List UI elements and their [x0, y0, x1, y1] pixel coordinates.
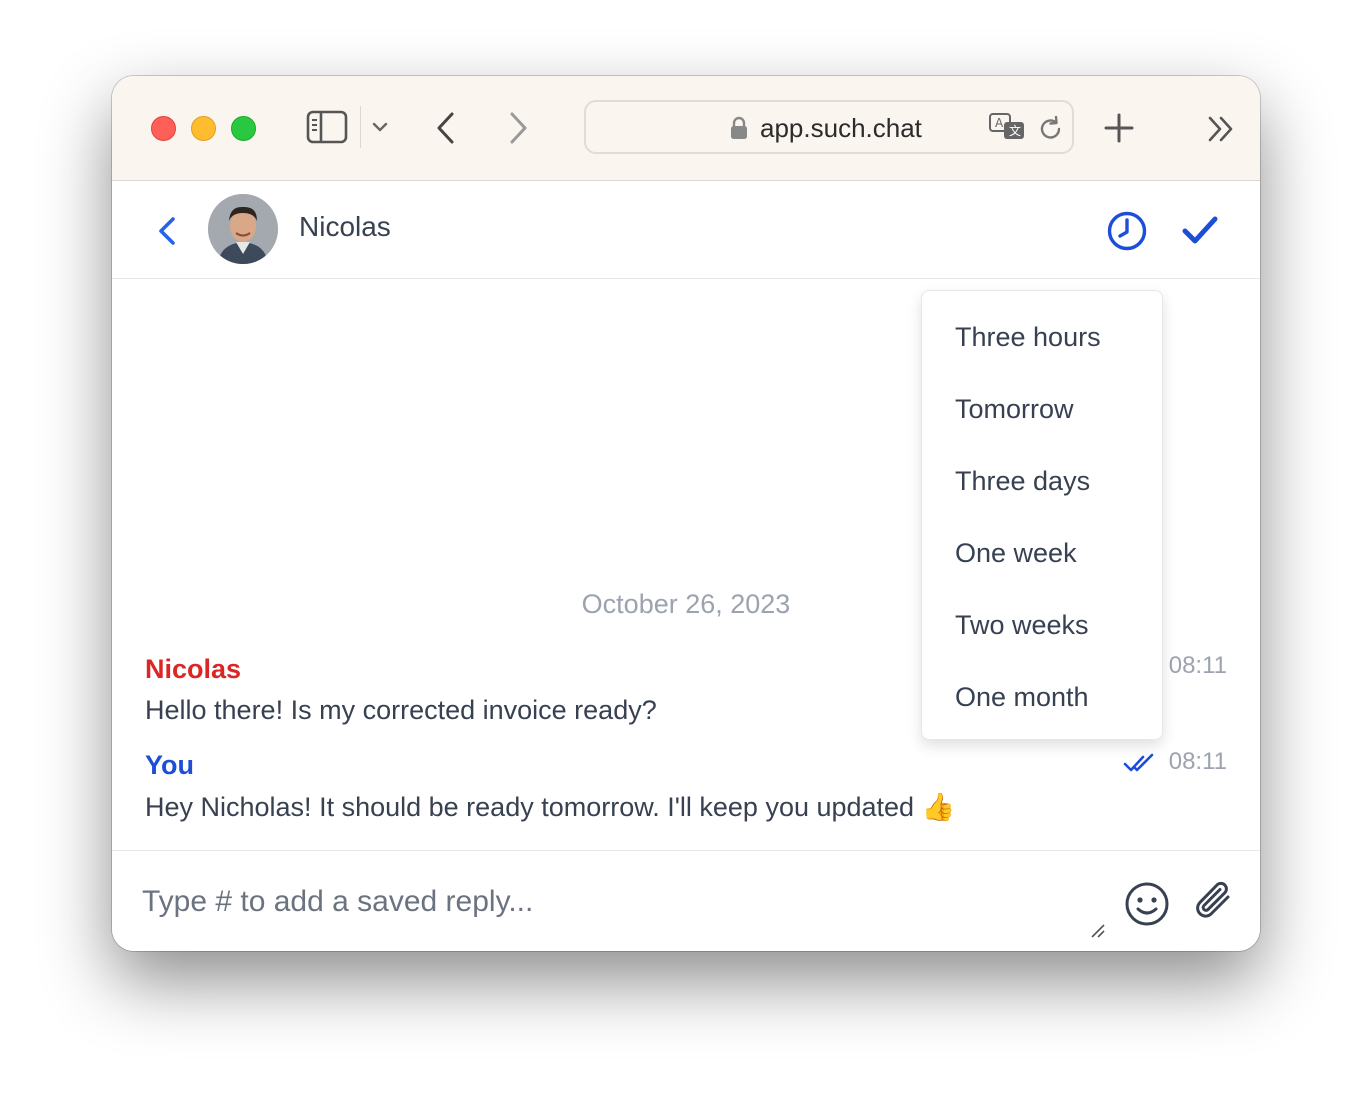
reload-icon[interactable]: [1038, 115, 1064, 143]
forward-arrow-icon[interactable]: [506, 110, 530, 146]
snooze-dropdown-menu: Three hours Tomorrow Three days One week…: [921, 290, 1163, 740]
address-bar[interactable]: app.such.chat A 文: [584, 100, 1074, 154]
avatar-image: [208, 194, 278, 264]
snooze-option-three-days[interactable]: Three days: [955, 466, 1090, 497]
snooze-option-two-weeks[interactable]: Two weeks: [955, 610, 1089, 641]
contact-name[interactable]: Nicolas: [299, 211, 391, 243]
message-sender: Nicolas: [145, 654, 242, 684]
zoom-window-button[interactable]: [231, 116, 256, 141]
back-chevron-icon[interactable]: [156, 215, 178, 247]
svg-text:A: A: [995, 116, 1004, 130]
snooze-option-tomorrow[interactable]: Tomorrow: [955, 394, 1074, 425]
message-time: 08:11: [1168, 748, 1227, 775]
chevron-down-icon[interactable]: [371, 120, 389, 134]
more-tabs-chevrons-icon[interactable]: [1206, 114, 1238, 144]
back-arrow-icon[interactable]: [434, 110, 458, 146]
close-window-button[interactable]: [151, 116, 176, 141]
new-tab-plus-icon[interactable]: [1103, 112, 1135, 144]
message-text: Hello there! Is my corrected invoice rea…: [145, 695, 657, 725]
message-sender: You: [145, 750, 194, 780]
url-text: app.such.chat: [760, 113, 922, 143]
browser-window: app.such.chat A 文 Nicolas October 26, 20…: [112, 76, 1260, 951]
toolbar-divider: [360, 106, 361, 148]
message-time: 08:11: [1168, 652, 1227, 679]
contact-avatar[interactable]: [208, 194, 278, 264]
snooze-option-three-hours[interactable]: Three hours: [955, 322, 1101, 353]
svg-text:文: 文: [1009, 123, 1021, 138]
emoji-icon[interactable]: [1124, 881, 1170, 927]
message-input[interactable]: [142, 873, 1102, 931]
minimize-window-button[interactable]: [191, 116, 216, 141]
snooze-clock-icon[interactable]: [1106, 210, 1148, 252]
composer: [112, 850, 1260, 951]
snooze-option-one-month[interactable]: One month: [955, 682, 1089, 713]
paperclip-icon[interactable]: [1190, 877, 1236, 927]
snooze-option-one-week[interactable]: One week: [955, 538, 1077, 569]
browser-toolbar: app.such.chat A 文: [112, 76, 1260, 181]
chat-header: Nicolas: [112, 181, 1260, 279]
translate-icon[interactable]: A 文: [988, 112, 1028, 142]
read-double-check-icon: [1123, 753, 1154, 772]
lock-icon: [731, 116, 747, 139]
resolve-checkmark-icon[interactable]: [1181, 214, 1219, 246]
sidebar-toggle-icon[interactable]: [306, 110, 348, 144]
message-text: Hey Nicholas! It should be ready tomorro…: [145, 792, 956, 822]
resize-handle-icon[interactable]: [1090, 923, 1106, 939]
